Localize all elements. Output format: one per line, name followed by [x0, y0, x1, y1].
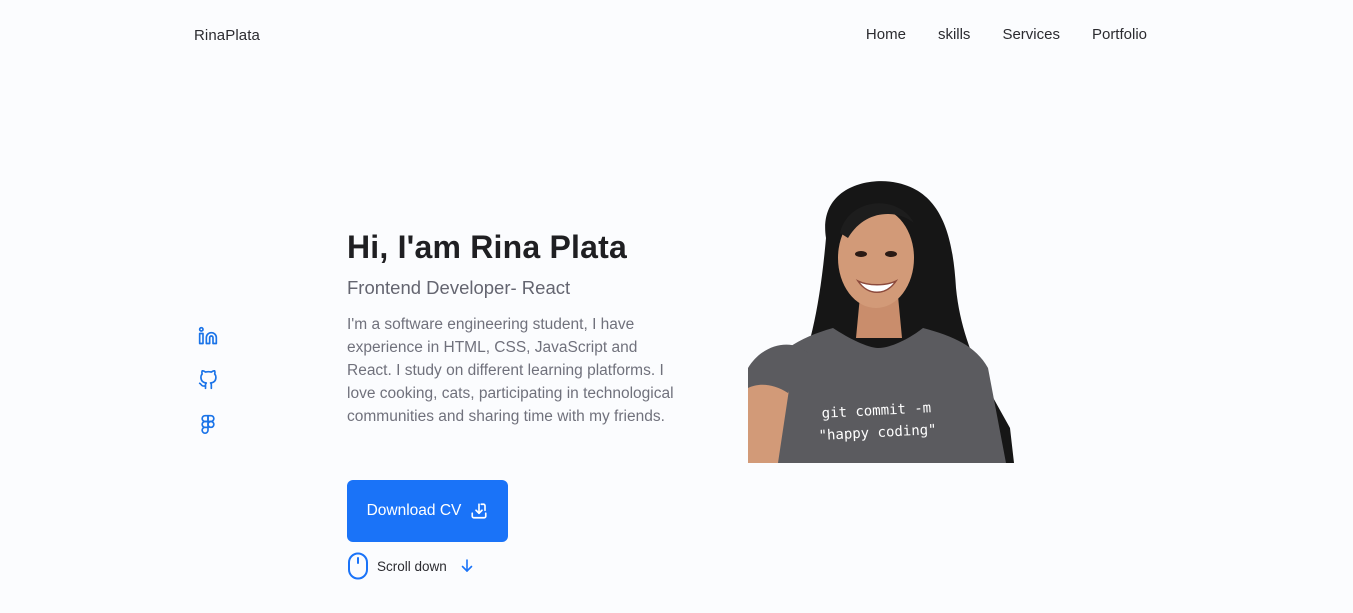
nav-item-skills[interactable]: skills [938, 26, 971, 43]
hero-title: Hi, I'am Rina Plata [347, 229, 627, 265]
logo[interactable]: RinaPlata [194, 27, 260, 44]
figma-icon[interactable] [198, 414, 218, 434]
hero-subtitle: Frontend Developer- React [347, 277, 571, 298]
scroll-down-link[interactable]: Scroll down [347, 552, 473, 580]
profile-photo: git commit -m "happy coding" [748, 178, 1016, 463]
download-cv-label: Download CV [366, 502, 462, 519]
mouse-icon [347, 552, 369, 580]
main-nav: Home skills Services Portfolio [866, 26, 1147, 43]
shirt-text: git commit -m "happy coding" [801, 396, 953, 448]
arrow-down-icon [455, 559, 473, 573]
linkedin-icon[interactable] [198, 326, 218, 346]
github-icon[interactable] [198, 370, 218, 390]
hero-text: Hi, I'am Rina Plata Frontend Developer- … [347, 228, 687, 428]
scroll-down-label: Scroll down [377, 558, 447, 574]
nav-item-services[interactable]: Services [1002, 26, 1060, 43]
download-cv-button[interactable]: Download CV [347, 480, 508, 542]
nav-item-portfolio[interactable]: Portfolio [1092, 26, 1147, 43]
hero-description: I'm a software engineering student, I ha… [347, 316, 674, 425]
nav-item-home[interactable]: Home [866, 26, 906, 43]
social-links [198, 326, 218, 434]
download-icon [470, 502, 488, 520]
header: RinaPlata Home skills Services Portfolio [0, 0, 1353, 72]
